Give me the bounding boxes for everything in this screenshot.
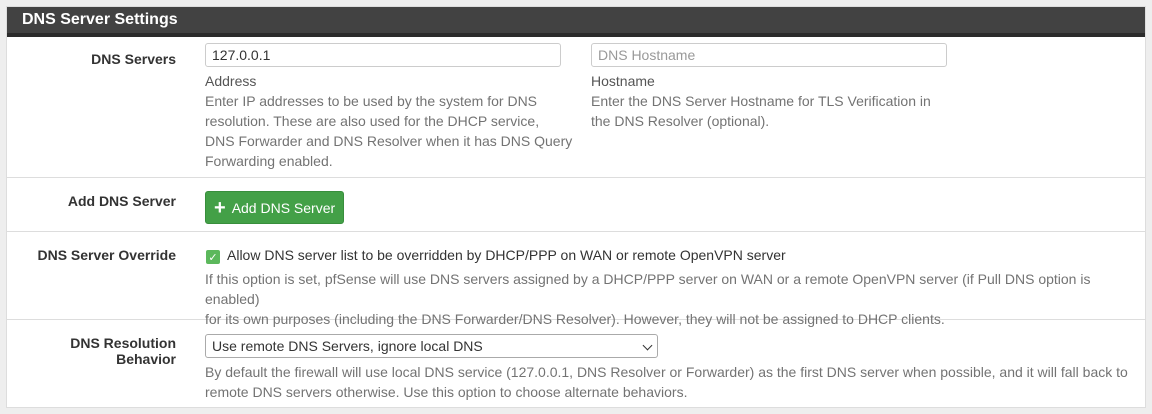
dns-resolution-selected: Use remote DNS Servers, ignore local DNS xyxy=(212,338,483,354)
dns-hostname-input[interactable] xyxy=(591,43,947,67)
hostname-sublabel: Hostname xyxy=(591,73,655,89)
dns-resolution-help: By default the firewall will use local D… xyxy=(205,364,1128,400)
hostname-help: Enter the DNS Server Hostname for TLS Ve… xyxy=(591,93,931,129)
checkmark-icon: ✓ xyxy=(208,251,218,264)
dns-override-checkbox-label: Allow DNS server list to be overridden b… xyxy=(227,247,786,263)
add-dns-server-label: Add DNS Server xyxy=(67,193,176,209)
dns-server-settings-panel: DNS Server Settings DNS Servers Address … xyxy=(6,6,1146,408)
address-sublabel: Address xyxy=(205,73,257,89)
add-dns-server-button[interactable]: + Add DNS Server xyxy=(205,191,345,224)
add-dns-server-button-label: Add DNS Server xyxy=(231,199,336,216)
dns-override-row: DNS Server Override ✓ Allow DNS server l… xyxy=(7,232,1145,327)
panel-title: DNS Server Settings xyxy=(7,7,1145,37)
plus-icon: + xyxy=(214,196,226,219)
address-help: Enter IP addresses to be used by the sys… xyxy=(205,93,573,169)
dns-override-checkbox[interactable]: ✓ xyxy=(206,250,220,264)
dns-resolution-label: DNS Resolution Behavior xyxy=(70,335,176,367)
dns-servers-row: DNS Servers Address Enter IP addresses t… xyxy=(7,37,1145,178)
dns-servers-label: DNS Servers xyxy=(91,51,176,67)
chevron-down-icon xyxy=(642,340,653,351)
dns-override-label: DNS Server Override xyxy=(37,247,176,263)
dns-resolution-row: DNS Resolution Behavior Use remote DNS S… xyxy=(7,320,1145,408)
dns-address-input[interactable] xyxy=(205,43,561,67)
add-dns-server-row: Add DNS Server + Add DNS Server xyxy=(7,178,1145,232)
dns-resolution-select[interactable]: Use remote DNS Servers, ignore local DNS xyxy=(205,334,658,358)
